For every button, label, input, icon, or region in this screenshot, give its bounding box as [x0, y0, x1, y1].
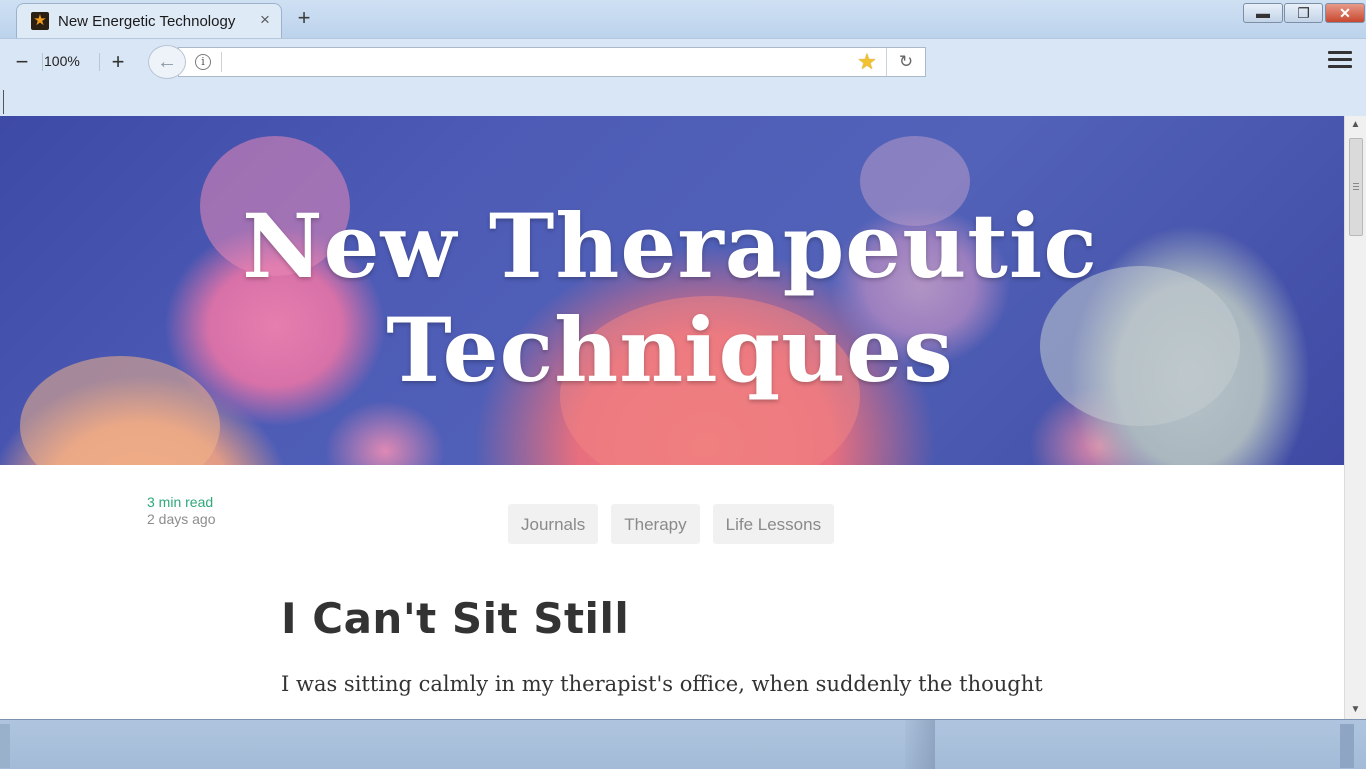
- tag-therapy[interactable]: Therapy: [611, 504, 700, 544]
- star-favicon-icon: ★: [31, 12, 49, 30]
- arrow-left-icon: ←: [157, 51, 177, 73]
- browser-toolbar: − 100% + i ★ ↻ ←: [0, 38, 1366, 117]
- url-input[interactable]: [229, 51, 853, 75]
- scrollbar-thumb[interactable]: [1349, 138, 1363, 236]
- back-button[interactable]: ←: [148, 45, 186, 79]
- post-date: 2 days ago: [147, 511, 216, 527]
- hero-title: New Therapeutic Techniques: [242, 194, 1098, 402]
- show-desktop-button[interactable]: [1340, 724, 1354, 768]
- scroll-down-arrow-icon[interactable]: ▼: [1345, 701, 1366, 719]
- tab-title: New Energetic Technology: [58, 13, 236, 30]
- star-icon[interactable]: ★: [855, 50, 879, 74]
- address-bar[interactable]: i ★ ↻: [178, 47, 926, 77]
- window-titlebar: ★ New Energetic Technology × + ▬ ❐ ✕: [0, 0, 1366, 38]
- zoom-level[interactable]: 100%: [44, 53, 80, 69]
- tab-close-icon[interactable]: ×: [257, 11, 273, 29]
- window-close-button[interactable]: ✕: [1325, 3, 1365, 23]
- page-viewport: New Therapeutic Techniques 3 min read 2 …: [0, 116, 1344, 719]
- info-icon[interactable]: i: [195, 54, 211, 70]
- address-divider: [886, 48, 887, 76]
- browser-tab[interactable]: ★ New Energetic Technology ×: [16, 3, 282, 38]
- toolbar-divider: [42, 53, 43, 71]
- vertical-scrollbar[interactable]: ▲ ▼: [1344, 116, 1366, 719]
- taskbar-edge: [0, 724, 10, 768]
- hero-banner: New Therapeutic Techniques: [0, 116, 1344, 465]
- zoom-out-button[interactable]: −: [7, 49, 37, 75]
- tag-journals[interactable]: Journals: [508, 504, 599, 544]
- grip-icon: [1353, 183, 1359, 192]
- tag-list: Journals Therapy Life Lessons: [508, 504, 835, 544]
- taskbar-shade: [905, 720, 935, 769]
- toolbar-divider: [99, 53, 100, 71]
- window-maximize-button[interactable]: ❐: [1284, 3, 1323, 23]
- zoom-in-button[interactable]: +: [103, 49, 133, 75]
- scroll-up-arrow-icon[interactable]: ▲: [1345, 116, 1366, 134]
- address-divider: [221, 52, 222, 72]
- tag-life-lessons[interactable]: Life Lessons: [712, 504, 835, 544]
- reload-icon[interactable]: ↻: [895, 51, 917, 73]
- hamburger-menu-icon[interactable]: [1328, 51, 1352, 73]
- new-tab-button[interactable]: +: [293, 7, 315, 29]
- post-body-text: I was sitting calmly in my therapist's o…: [281, 672, 1043, 696]
- window-minimize-button[interactable]: ▬: [1243, 3, 1283, 23]
- read-time: 3 min read: [147, 494, 214, 510]
- taskbar: [0, 719, 1366, 769]
- bookmarks-bar-caret: [3, 90, 4, 114]
- post-meta: 3 min read 2 days ago: [147, 494, 216, 528]
- post-title: I Can't Sit Still: [281, 594, 630, 643]
